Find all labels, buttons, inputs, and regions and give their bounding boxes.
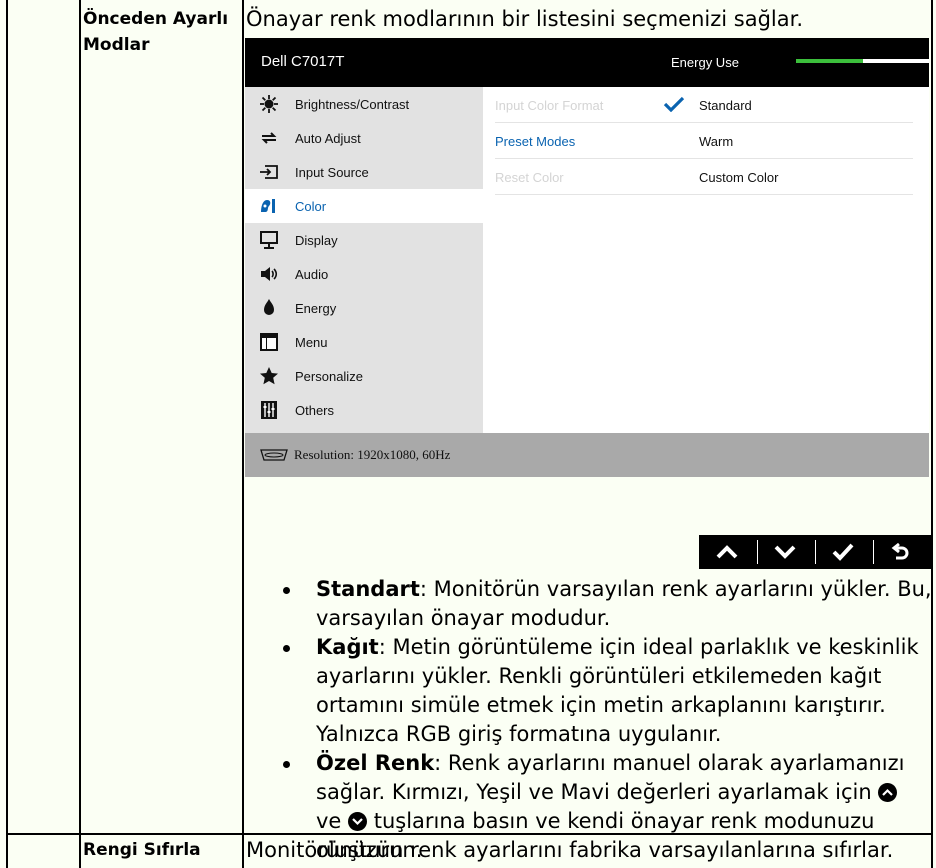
flame-icon [264, 299, 274, 315]
menu-window-icon [260, 333, 278, 351]
list-item-text: : Renk ayarlarını manuel olarak ayarlama… [434, 751, 905, 775]
row-label-reset-color: Rengi Sıfırla [83, 837, 201, 863]
bullet-dot [283, 761, 290, 768]
osd-menu-item-label: Auto Adjust [295, 131, 361, 146]
osd-option-value: Warm [699, 134, 734, 149]
list-item-text: sağlar. Kırmızı, Yeşil ve Mavi değerleri… [316, 780, 872, 804]
list-item-line: Yalnızca RGB giriş formatına uygulanır. [316, 722, 722, 746]
osd-option-label: Input Color Format [495, 98, 604, 113]
nav-up-button[interactable] [699, 535, 757, 569]
list-item-line: Özel Renk: Renk ayarlarını manuel olarak… [316, 749, 932, 778]
osd-footer: Resolution: 1920x1080, 60Hz [245, 433, 929, 477]
star-icon [260, 367, 278, 385]
display-icon [260, 231, 278, 249]
speaker-icon [261, 267, 278, 281]
bullet-dot [283, 587, 290, 594]
input-source-icon [260, 165, 278, 179]
osd-resolution-text: Resolution: 1920x1080, 60Hz [294, 447, 451, 462]
table-border-col2 [242, 0, 244, 868]
list-item-term: Kağıt [316, 635, 379, 659]
osd-menu-item-label: Audio [295, 267, 329, 282]
osd-energy-bar [796, 59, 929, 63]
osd-menu-item-label: Input Source [295, 165, 369, 180]
checkmark-icon [832, 543, 854, 561]
chevron-down-icon [774, 545, 796, 559]
list-item-line: sağlar. Kırmızı, Yeşil ve Mavi değerleri… [316, 778, 932, 807]
bullet-dot [283, 645, 290, 652]
preset-mode-list: Standart: Monitörün varsayılan renk ayar… [272, 575, 932, 865]
list-item-text: : Metin görüntüleme için ideal parlaklık… [378, 635, 919, 659]
osd-menu: Brightness/Contrast Auto Adjust Input So… [245, 87, 483, 433]
list-item-standard: Standart: Monitörün varsayılan renk ayar… [272, 575, 932, 633]
list-item-term: Standart [316, 577, 420, 601]
row-description: Önayar renk modlarının bir listesini seç… [246, 7, 804, 31]
osd-menu-item-label: Menu [295, 335, 328, 350]
osd-option-reset-color[interactable]: Reset Color Custom Color [495, 159, 913, 195]
osd-menu-item-menu[interactable]: Menu [245, 325, 483, 359]
row-label-line: Rengi Sıfırla [83, 840, 201, 860]
list-item-line: varsayılan önayar modudur. [316, 606, 611, 630]
row-label-line: Modlar [83, 35, 150, 55]
osd-header: Dell C7017T Energy Use [245, 38, 929, 87]
color-palette-icon [261, 199, 275, 213]
list-item-line: Standart: Monitörün varsayılan renk ayar… [316, 575, 932, 604]
list-item-text: : Monitörün varsayılan renk ayarlarını y… [419, 577, 932, 601]
row-label-line: Önceden Ayarlı [83, 9, 229, 29]
osd-menu-item-audio[interactable]: Audio [245, 257, 483, 291]
osd-energy-fill [796, 59, 863, 63]
connector-icon [260, 449, 288, 461]
brightness-icon [260, 95, 278, 113]
back-icon [891, 542, 909, 560]
table-border-col1 [79, 0, 81, 868]
nav-confirm-button[interactable] [815, 535, 873, 569]
osd-menu-item-label: Others [295, 403, 335, 418]
osd-menu-item-brightness-contrast[interactable]: Brightness/Contrast [245, 87, 483, 121]
osd-nav-buttons [699, 535, 931, 569]
osd-menu-item-personalize[interactable]: Personalize [245, 359, 483, 393]
osd-submenu-panel: Input Color Format Standard Preset Modes… [483, 87, 929, 433]
list-item-term: Özel Renk [316, 751, 435, 775]
nav-back-button[interactable] [873, 535, 931, 569]
osd-energy-label: Energy Use [671, 55, 739, 70]
list-item-line: ortamını simüle etmek için metin arkapla… [316, 693, 886, 717]
osd-menu-item-label: Energy [295, 301, 337, 316]
osd-model-name: Dell C7017T [261, 53, 345, 70]
sliders-icon [261, 401, 277, 419]
osd-option-label: Reset Color [495, 170, 564, 185]
list-item-text: tuşlarına basın ve kendi önayar renk mod… [373, 809, 875, 833]
row-label-preset-modes: Önceden Ayarlı Modlar [83, 6, 228, 58]
osd-option-value: Standard [699, 98, 752, 113]
nav-down-button[interactable] [757, 535, 815, 569]
osd-menu-item-color[interactable]: Color [245, 189, 483, 223]
list-item-line: ve tuşlarına basın ve kendi önayar renk … [316, 807, 932, 836]
osd-option-label: Preset Modes [495, 134, 576, 149]
osd-menu-item-label: Personalize [295, 369, 363, 384]
osd-menu-item-label: Color [295, 199, 327, 214]
row-description: Monitörünüzün renk ayarlarını fabrika va… [246, 838, 894, 862]
osd-menu-item-label: Display [295, 233, 338, 248]
osd-menu-item-others[interactable]: Others [245, 393, 483, 427]
osd-menu-item-energy[interactable]: Energy [245, 291, 483, 325]
osd-option-value: Custom Color [699, 170, 779, 185]
osd-menu-item-input-source[interactable]: Input Source [245, 155, 483, 189]
auto-adjust-icon [261, 132, 277, 144]
table-border-left [6, 0, 8, 868]
up-button-icon [878, 783, 898, 802]
list-item-line: Kağıt: Metin görüntüleme için ideal parl… [316, 633, 932, 662]
checkmark-icon [663, 96, 685, 112]
osd-option-input-color-format[interactable]: Input Color Format Standard [495, 87, 913, 123]
osd-screenshot: Dell C7017T Energy Use Brightness/Contra… [245, 38, 929, 477]
down-button-icon [348, 812, 368, 831]
osd-menu-item-label: Brightness/Contrast [295, 97, 410, 112]
chevron-up-icon [716, 545, 738, 559]
osd-option-preset-modes[interactable]: Preset Modes Warm [495, 123, 913, 159]
osd-menu-item-auto-adjust[interactable]: Auto Adjust [245, 121, 483, 155]
osd-menu-item-display[interactable]: Display [245, 223, 483, 257]
list-item-line: ayarlarını yükler. Renkli görüntüleri et… [316, 664, 882, 688]
list-item-text: ve [316, 809, 342, 833]
list-item-paper: Kağıt: Metin görüntüleme için ideal parl… [272, 633, 932, 749]
